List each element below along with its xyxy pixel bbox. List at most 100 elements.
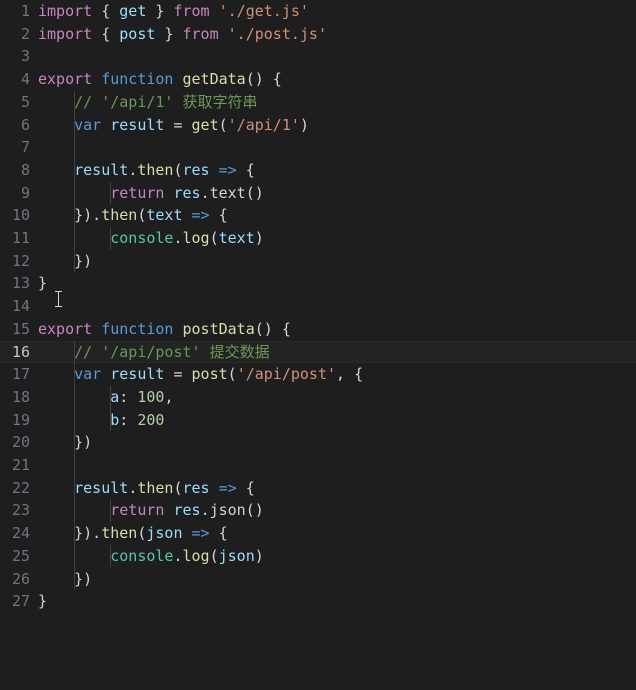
code-line-text[interactable]: export function getData() { xyxy=(30,68,282,91)
code-token: export xyxy=(38,319,93,338)
line-number[interactable]: 21 xyxy=(0,454,30,477)
code-line[interactable]: export function postData() { xyxy=(30,318,636,341)
code-line[interactable]: } xyxy=(30,272,636,295)
code-line[interactable]: }) xyxy=(30,431,636,454)
code-token: post xyxy=(191,365,228,384)
code-line-text[interactable]: return res.json() xyxy=(30,499,264,522)
code-line[interactable]: import { post } from './post.js' xyxy=(30,23,636,46)
code-line-text[interactable]: import { get } from './get.js' xyxy=(30,0,309,23)
line-number[interactable]: 9 xyxy=(0,182,30,205)
line-number[interactable]: 10 xyxy=(0,204,30,227)
line-number[interactable]: 17 xyxy=(0,363,30,386)
code-line-text[interactable]: import { post } from './post.js' xyxy=(30,23,327,46)
line-number[interactable]: 3 xyxy=(0,45,30,68)
code-line[interactable]: result.then(res => { xyxy=(30,477,636,500)
line-number[interactable]: 16 xyxy=(0,341,30,364)
code-line[interactable]: return res.json() xyxy=(30,499,636,522)
code-line[interactable]: }) xyxy=(30,250,636,273)
code-line-text[interactable]: // '/api/post' 提交数据 xyxy=(30,341,269,364)
code-line-text[interactable]: }) xyxy=(30,431,92,454)
code-line[interactable] xyxy=(30,295,636,318)
code-line-text[interactable]: result.then(res => { xyxy=(30,477,255,500)
code-line[interactable] xyxy=(30,45,636,68)
line-number[interactable]: 2 xyxy=(0,23,30,46)
code-token: }). xyxy=(74,206,102,225)
code-line[interactable]: console.log(json) xyxy=(30,545,636,568)
line-number[interactable]: 25 xyxy=(0,545,30,568)
line-number[interactable]: 26 xyxy=(0,568,30,591)
code-line[interactable]: import { get } from './get.js' xyxy=(30,0,636,23)
code-line-text[interactable]: result.then(res => { xyxy=(30,159,255,182)
line-number-gutter[interactable]: 1 2 3 4 5 6 7 8 9 10 11 12 13 14 15 16 17 18 19 20 21 22 23 24 2… xyxy=(0,0,30,690)
line-number[interactable]: 23 xyxy=(0,499,30,522)
code-token: . xyxy=(173,229,183,247)
line-number[interactable]: 12 xyxy=(0,250,30,273)
code-line[interactable]: }).then(json => { xyxy=(30,522,636,545)
code-line-text[interactable]: }) xyxy=(30,568,92,591)
code-line-text[interactable]: console.log(text) xyxy=(30,227,264,250)
code-line-text[interactable]: } xyxy=(30,272,47,295)
code-token: { xyxy=(209,206,228,225)
code-token: => xyxy=(218,160,237,179)
line-number[interactable]: 14 xyxy=(0,295,30,318)
code-token: , { xyxy=(336,365,364,384)
line-number[interactable]: 4 xyxy=(0,68,30,91)
code-token: res xyxy=(173,501,201,520)
line-number[interactable]: 6 xyxy=(0,114,30,137)
code-line[interactable]: export function getData() { xyxy=(30,68,636,91)
code-token: ( xyxy=(209,546,219,565)
code-line-text[interactable]: // '/api/1' 获取字符串 xyxy=(30,91,257,114)
code-line-text[interactable]: } xyxy=(30,590,47,613)
code-line[interactable] xyxy=(30,136,636,159)
code-line[interactable]: result.then(res => { xyxy=(30,159,636,182)
code-line[interactable] xyxy=(30,454,636,477)
line-number[interactable]: 20 xyxy=(0,431,30,454)
code-line-text[interactable]: }).then(text => { xyxy=(30,204,228,227)
code-editor[interactable]: 1 2 3 4 5 6 7 8 9 10 11 12 13 14 15 16 17 18 19 20 21 22 23 24 2… xyxy=(0,0,636,690)
code-line[interactable]: return res.text() xyxy=(30,182,636,205)
code-line-text[interactable]: console.log(json) xyxy=(30,545,264,568)
code-line-text[interactable]: }) xyxy=(30,250,92,273)
code-line[interactable]: console.log(text) xyxy=(30,227,636,250)
code-line[interactable]: b: 200 xyxy=(30,409,636,432)
code-token: () { xyxy=(254,319,291,338)
line-number[interactable]: 1 xyxy=(0,0,30,23)
code-token: ( xyxy=(227,365,237,384)
code-line[interactable]: // '/api/post' 提交数据 xyxy=(30,341,636,364)
line-number[interactable]: 13 xyxy=(0,272,30,295)
code-line[interactable]: }) xyxy=(30,568,636,591)
line-number[interactable]: 19 xyxy=(0,409,30,432)
line-number[interactable]: 27 xyxy=(0,590,30,613)
code-line-text[interactable]: }).then(json => { xyxy=(30,522,228,545)
line-number[interactable]: 18 xyxy=(0,386,30,409)
code-token: }). xyxy=(74,524,102,543)
line-number[interactable]: 7 xyxy=(0,136,30,159)
line-number[interactable]: 22 xyxy=(0,477,30,500)
line-number[interactable]: 8 xyxy=(0,159,30,182)
code-line[interactable]: var result = post('/api/post', { xyxy=(30,363,636,386)
code-line-text[interactable]: var result = post('/api/post', { xyxy=(30,363,363,386)
code-token: = xyxy=(164,365,192,384)
line-number[interactable]: 24 xyxy=(0,522,30,545)
code-line-text[interactable]: var result = get('/api/1') xyxy=(30,114,309,137)
line-number[interactable]: 11 xyxy=(0,227,30,250)
code-line[interactable]: var result = get('/api/1') xyxy=(30,114,636,137)
line-number[interactable]: 5 xyxy=(0,91,30,114)
code-line-text[interactable]: a: 100, xyxy=(30,386,173,409)
line-number[interactable]: 15 xyxy=(0,318,30,341)
code-token: . xyxy=(173,546,183,565)
code-line[interactable]: }).then(text => { xyxy=(30,204,636,227)
code-line[interactable]: } xyxy=(30,590,636,613)
code-line-text[interactable]: export function postData() { xyxy=(30,318,291,341)
code-content-area[interactable]: import { get } from './get.js' import { p… xyxy=(30,0,636,690)
code-line[interactable]: a: 100, xyxy=(30,386,636,409)
code-line-text[interactable]: return res.text() xyxy=(30,182,264,205)
code-line-text[interactable]: b: 200 xyxy=(30,409,164,432)
code-line[interactable]: // '/api/1' 获取字符串 xyxy=(30,91,636,114)
